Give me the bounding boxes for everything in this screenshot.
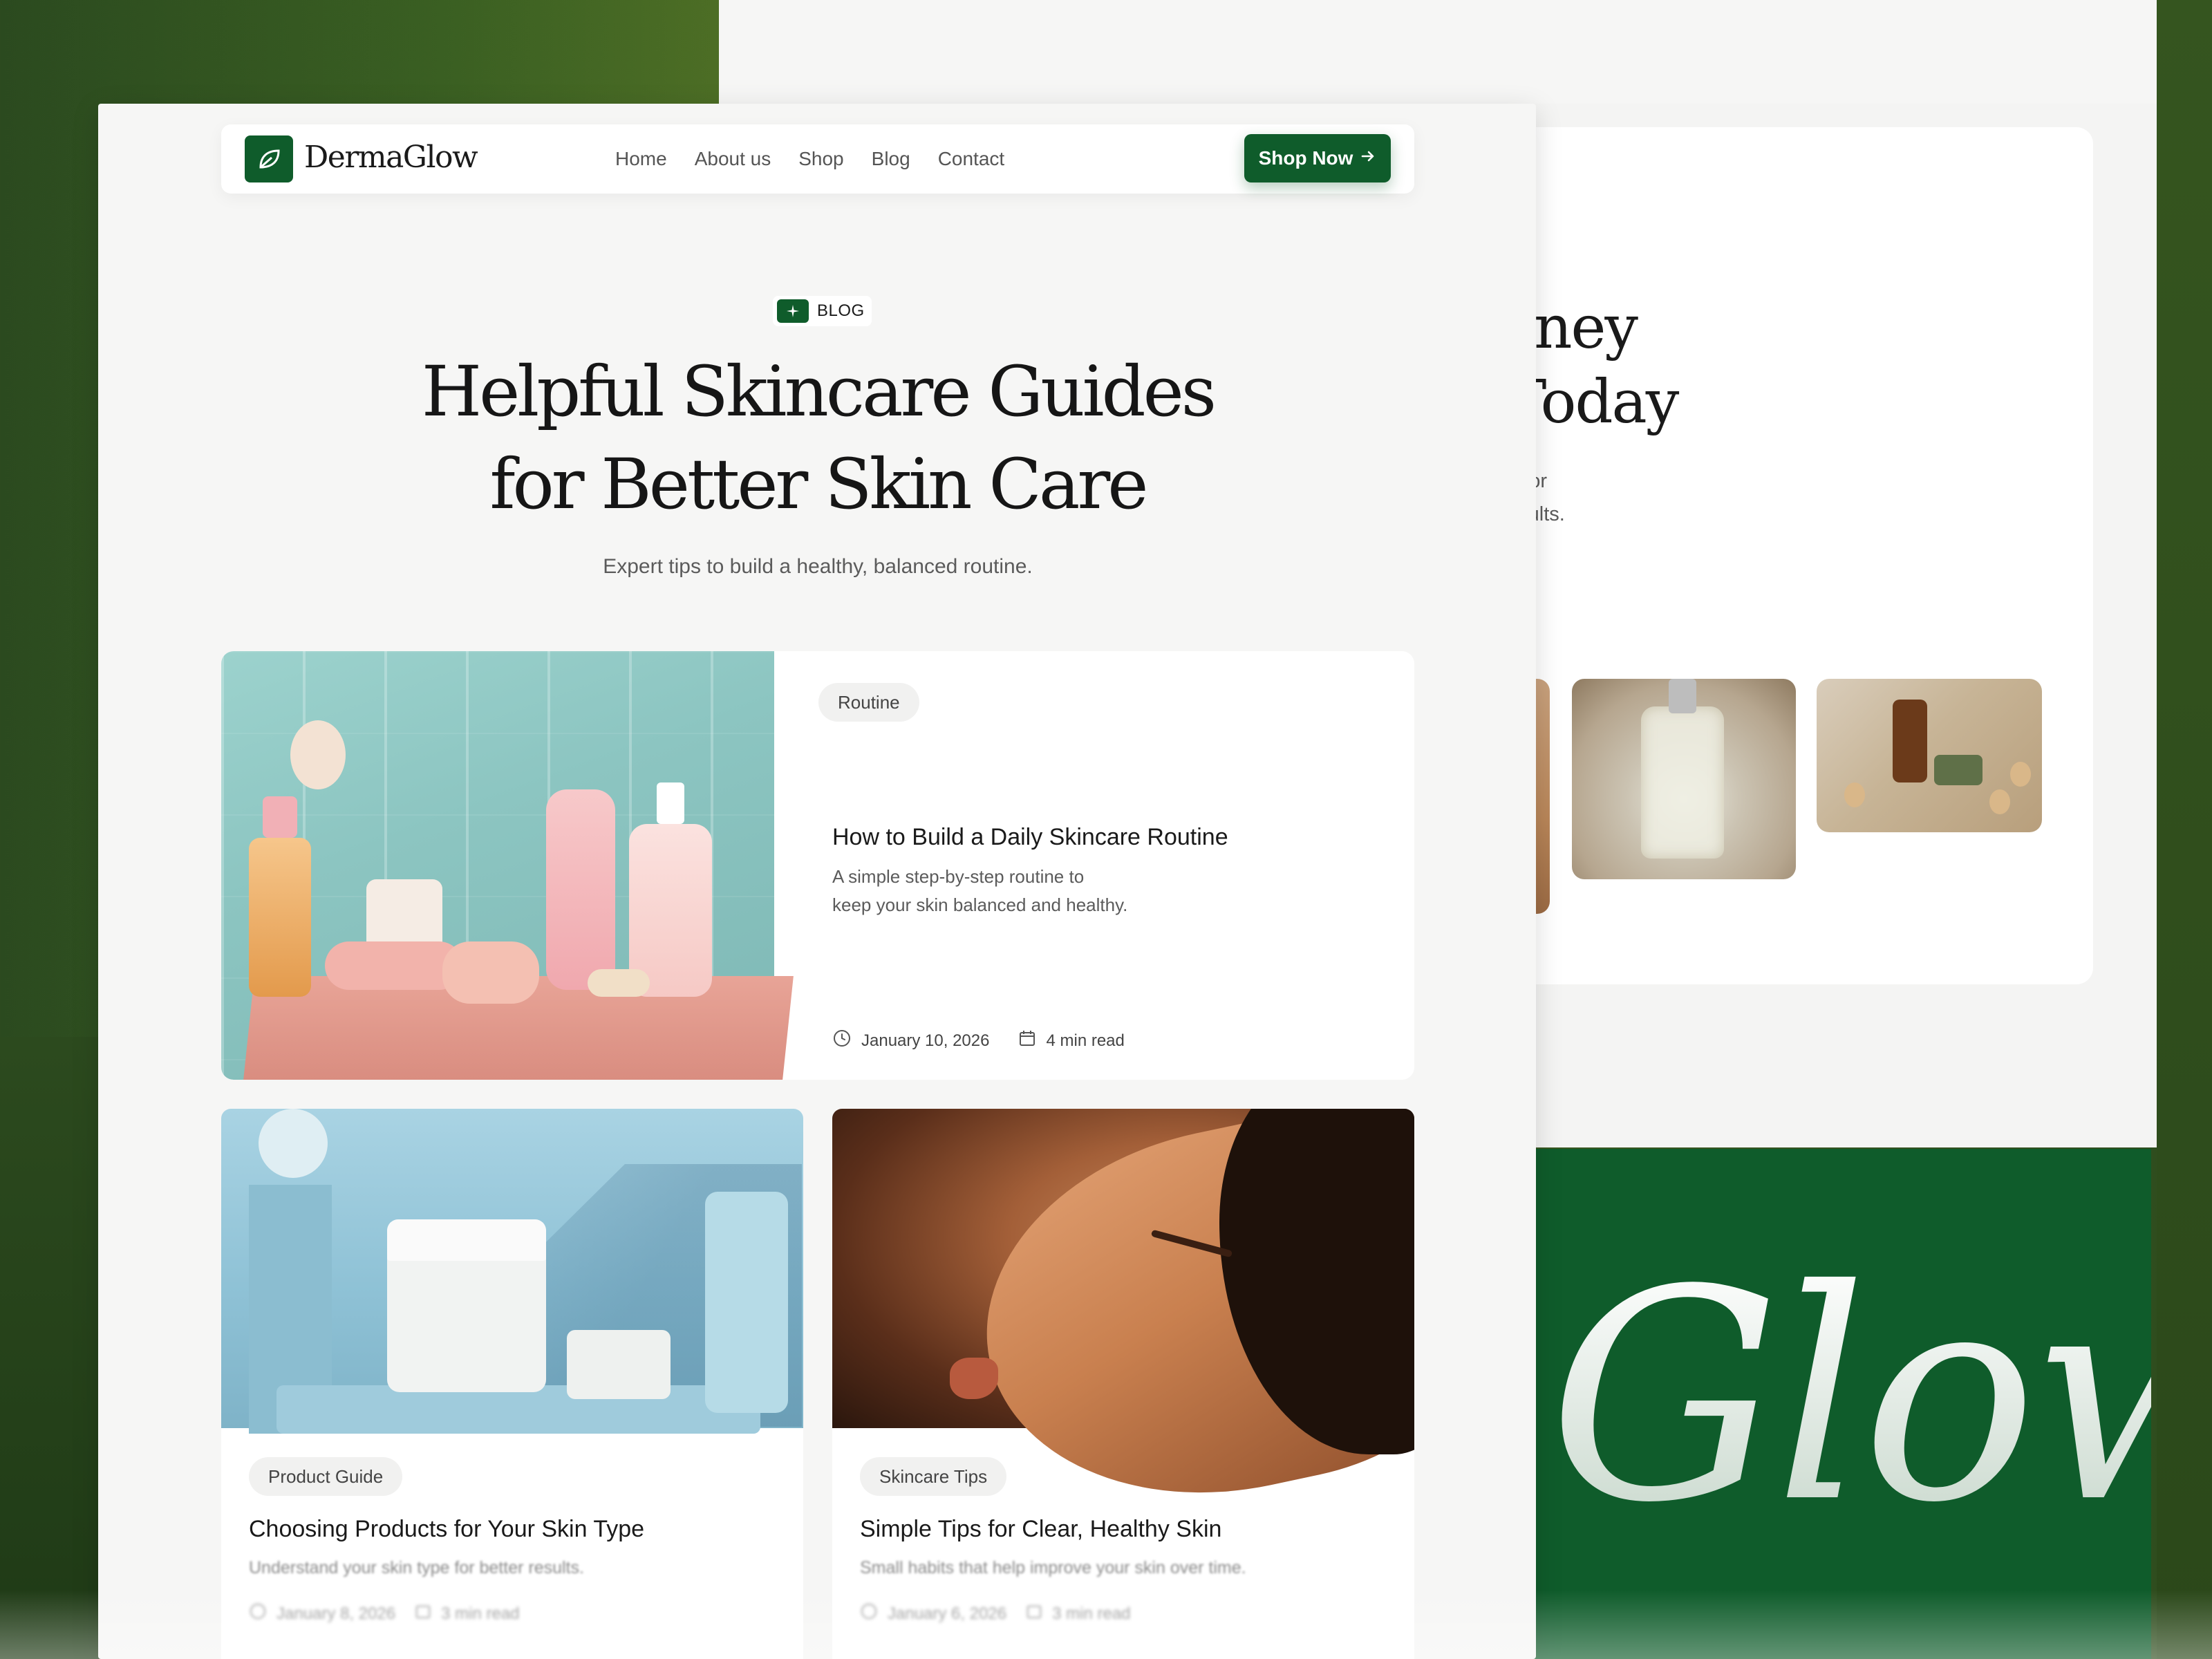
background-amber-bottle-image [1817,679,2042,832]
featured-post-date: January 10, 2026 [861,1031,990,1050]
badge-label: BLOG [817,301,865,320]
post-card-tag[interactable]: Skincare Tips [860,1457,1007,1496]
post-card-date: January 8, 2026 [276,1604,396,1623]
post-card-meta: January 6, 2026 3 min read [860,1602,1131,1625]
post-card-date: January 6, 2026 [888,1604,1007,1623]
featured-desc-line-1: A simple step-by-step routine to [832,866,1085,887]
featured-post-tag[interactable]: Routine [818,683,919,722]
calendar-icon [1018,1029,1036,1052]
post-card-image [832,1109,1414,1537]
title-line-1: Helpful Skincare Guides [421,351,1217,432]
post-card-tag[interactable]: Product Guide [249,1457,403,1496]
post-card-image [221,1109,803,1434]
nav-contact[interactable]: Contact [938,144,1005,174]
sparkle-icon [777,299,809,323]
featured-post-meta: January 10, 2026 4 min read [832,1029,1125,1053]
leaf-icon[interactable] [245,135,293,182]
featured-post-read-time: 4 min read [1046,1031,1125,1050]
post-card-read-time: 3 min read [441,1604,520,1623]
background-left-strip [0,1037,111,1659]
nav-blog[interactable]: Blog [872,144,910,174]
post-card[interactable]: Product Guide Choosing Products for Your… [221,1109,803,1659]
nav-about[interactable]: About us [695,144,771,174]
clock-icon [860,1602,878,1625]
post-card[interactable]: Skincare Tips Simple Tips for Clear, Hea… [832,1109,1414,1659]
post-card-title[interactable]: Simple Tips for Clear, Healthy Skin [860,1512,1221,1546]
background-glow-banner: Glow [1493,1149,2151,1659]
shop-now-button[interactable]: Shop Now [1244,134,1391,182]
post-card-meta: January 8, 2026 3 min read [249,1602,520,1625]
page-subtitle: Expert tips to build a healthy, balanced… [603,555,1033,578]
background-heading-line-2: Today [1507,368,1679,437]
featured-post-description: A simple step-by-step routine to keep yo… [832,863,1192,919]
post-card-description: Small habits that help improve your skin… [860,1558,1246,1577]
brand-name[interactable]: DermaGlow [304,137,478,178]
clock-icon [249,1602,267,1625]
background-hero-heading: rney Today [1507,290,1853,440]
nav-shop[interactable]: Shop [798,144,843,174]
post-card-read-time: 3 min read [1052,1604,1131,1623]
post-card-title[interactable]: Choosing Products for Your Skin Type [249,1512,644,1546]
featured-post-title[interactable]: How to Build a Daily Skincare Routine [832,821,1228,854]
featured-post-image [221,651,794,1080]
arrow-right-icon [1360,147,1376,169]
glow-wordmark: Glow [1548,1253,2151,1543]
background-serum-bottle-image [1572,679,1796,879]
blog-badge: BLOG [773,296,872,326]
featured-post-card[interactable]: Routine How to Build a Daily Skincare Ro… [221,651,1414,1080]
nav-links: Home About us Shop Blog Contact [615,144,1004,174]
page-title: Helpful Skincare Guides for Better Skin … [276,346,1359,531]
clock-icon [832,1029,852,1053]
shop-now-label: Shop Now [1258,147,1353,169]
calendar-icon [1026,1603,1042,1624]
featured-desc-line-2: keep your skin balanced and healthy. [832,894,1128,915]
title-line-2: for Better Skin Care [489,444,1148,525]
post-card-description: Understand your skin type for better res… [249,1558,584,1577]
background-right-strip [2157,0,2212,1659]
calendar-icon [415,1603,431,1624]
background-heading-line-1: rney [1507,293,1638,362]
nav-home[interactable]: Home [615,144,667,174]
